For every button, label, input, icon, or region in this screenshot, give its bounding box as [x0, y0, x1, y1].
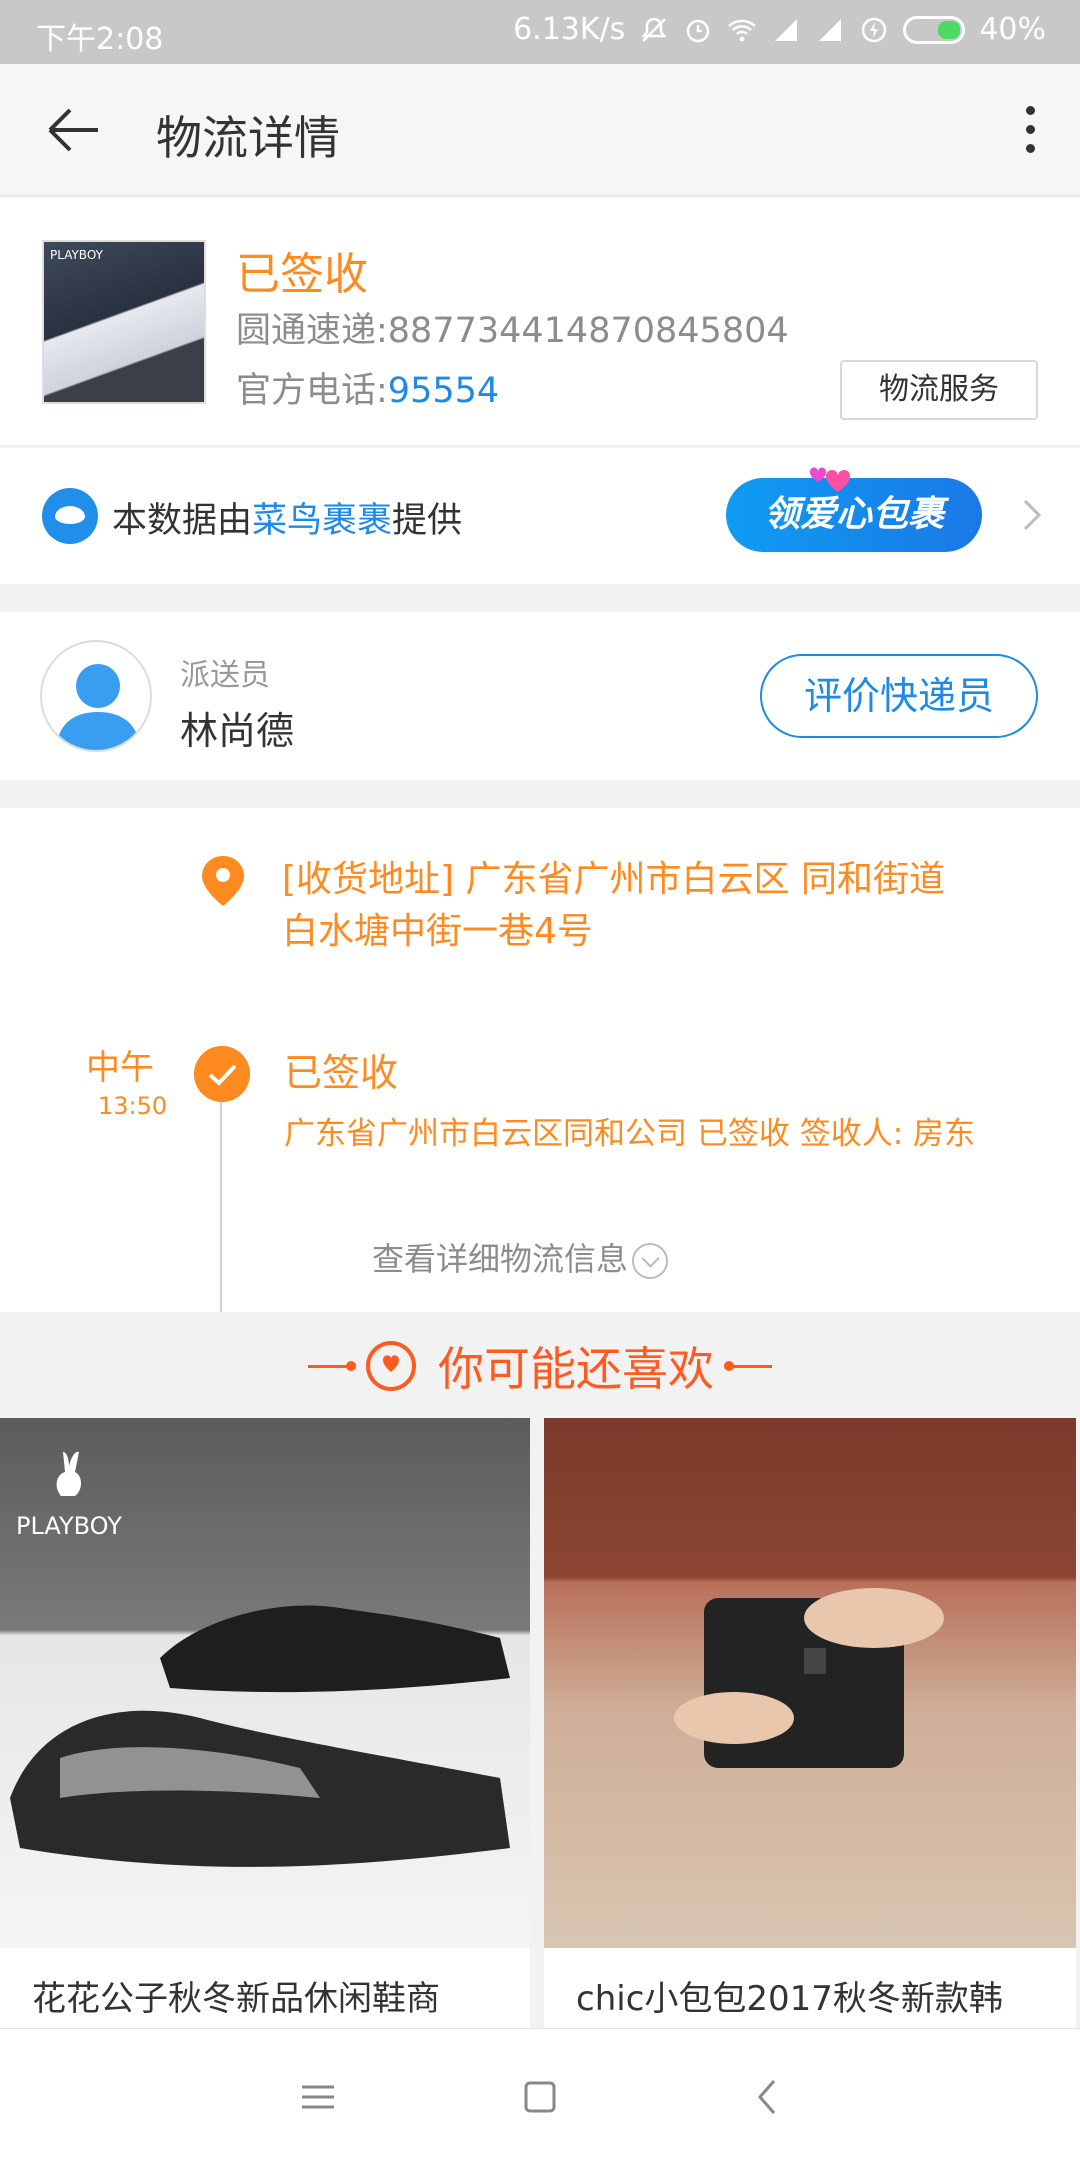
status-time: 下午2:08 [36, 22, 164, 57]
cainiao-logo-icon [42, 488, 98, 544]
delivery-status: 已签收 [236, 249, 368, 300]
location-pin-icon [202, 856, 244, 906]
recommend-title: 你可能还喜欢 [438, 1342, 714, 1396]
love-package-button[interactable]: 领爱心包裹 [726, 478, 982, 552]
event-period: 中午 [86, 1048, 154, 1088]
home-icon[interactable] [510, 2067, 570, 2127]
thumbnail-brand-logo: PLAYBOY [50, 248, 103, 262]
product-thumbnail[interactable]: PLAYBOY [42, 240, 206, 404]
wifi-icon [728, 19, 757, 41]
logistics-service-button[interactable]: 物流服务 [840, 360, 1038, 420]
status-icons: 6.13K/s 40% [513, 12, 1046, 47]
event-time: 13:50 [98, 1092, 168, 1120]
shoe-illustration [10, 1605, 510, 1867]
mute-icon [641, 17, 667, 42]
app-header: 物流详情 [0, 64, 1080, 196]
signal-icon-2 [819, 18, 842, 41]
back-arrow-icon[interactable] [44, 104, 104, 156]
data-source-prefix: 本数据由 [112, 501, 253, 541]
package-card: PLAYBOY 已签收 圆通速递:887734414870845804 官方电话… [0, 198, 1080, 446]
page-title: 物流详情 [156, 111, 340, 165]
product-image[interactable] [544, 1418, 1076, 1948]
menu-icon[interactable] [288, 2067, 348, 2127]
view-details-label: 查看详细物流信息 [372, 1240, 629, 1278]
product-name[interactable]: chic小包包2017秋冬新款韩 [576, 1974, 1056, 2024]
courier-role: 派送员 [180, 658, 270, 693]
official-phone: 官方电话:95554 [236, 362, 499, 413]
event-status: 已签收 [284, 1051, 399, 1095]
product-name[interactable]: 花花公子秋冬新品休闲鞋商 [32, 1974, 512, 2024]
logistics-timeline: [收货地址] 广东省广州市白云区 同和街道 白水塘中街一巷4号 中午 13:50… [0, 808, 1080, 1312]
signal-icon [775, 18, 798, 41]
system-nav-bar [0, 2028, 1080, 2160]
status-bar: 下午2:08 6.13K/s 40% [0, 0, 1080, 64]
product-card[interactable]: chic小包包2017秋冬新款韩 [544, 1418, 1076, 2030]
courier-card: 派送员 林尚德 评价快递员 [0, 612, 1080, 780]
view-details-link[interactable]: 查看详细物流信息 [372, 1234, 669, 1280]
charging-icon [862, 17, 887, 42]
cainiao-link[interactable]: 菜鸟裹裹 [252, 501, 392, 541]
decor-line-right [724, 1360, 772, 1371]
check-icon [194, 1046, 250, 1102]
chevron-down-icon [632, 1243, 669, 1279]
timeline-connector [220, 1078, 222, 1312]
decor-line-left [308, 1360, 356, 1371]
address-line-2: 白水塘中街一巷4号 [282, 911, 593, 952]
phone-number-link[interactable]: 95554 [388, 371, 499, 411]
nav-back-icon[interactable] [738, 2067, 798, 2127]
recommend-title-row: 你可能还喜欢 [0, 1314, 1080, 1418]
data-source-text: 本数据由菜鸟裹裹提供 [112, 492, 462, 543]
courier-name: 林尚德 [180, 709, 295, 753]
more-options-icon[interactable] [1020, 102, 1040, 162]
product-card[interactable]: PLAYBOY 花花公子秋冬新品休闲鞋商 [0, 1418, 530, 2030]
battery-icon [903, 15, 966, 44]
event-description: 广东省广州市白云区同和公司 已签收 签收人: 房东 [284, 1116, 976, 1152]
user-silhouette-icon [56, 664, 140, 750]
delivery-address: [收货地址] 广东省广州市白云区 同和街道 白水塘中街一巷4号 [282, 854, 1042, 958]
product-image[interactable]: PLAYBOY [0, 1418, 530, 1948]
cainiao-banner[interactable]: 本数据由菜鸟裹裹提供 领爱心包裹 [0, 448, 1080, 584]
courier-avatar [40, 640, 152, 752]
bag-illustration [674, 1588, 944, 1768]
heart-circle-icon [366, 1341, 416, 1391]
battery-level: 40% [979, 12, 1046, 47]
rate-courier-button[interactable]: 评价快递员 [760, 654, 1038, 738]
network-speed: 6.13K/s [513, 12, 626, 47]
address-line-1: [收货地址] 广东省广州市白云区 同和街道 [282, 859, 945, 900]
phone-label: 官方电话: [236, 371, 388, 411]
tracking-number: 圆通速递:887734414870845804 [236, 311, 789, 351]
data-source-suffix: 提供 [392, 501, 463, 541]
recommend-header: 你可能还喜欢 [0, 1314, 1080, 1418]
alarm-icon [687, 19, 710, 42]
hearts-icon [810, 467, 850, 492]
chevron-right-icon[interactable] [1022, 498, 1042, 532]
